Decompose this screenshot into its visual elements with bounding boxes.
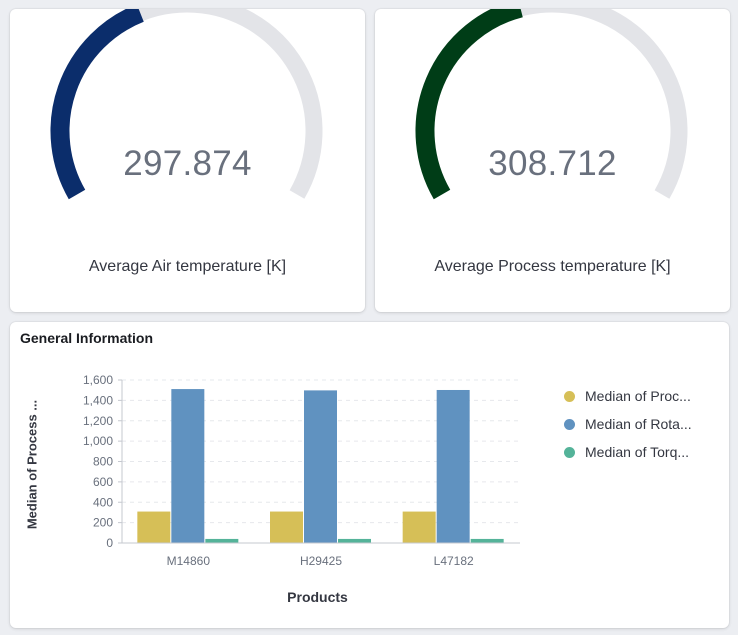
y-tick-label: 800 — [93, 455, 113, 469]
x-tick-label: M14860 — [167, 554, 211, 568]
y-tick-label: 0 — [106, 536, 113, 550]
legend-swatch — [564, 390, 575, 402]
legend-label: Median of Torq... — [585, 444, 690, 460]
bar — [171, 389, 205, 543]
bar — [205, 538, 239, 543]
legend-label: Median of Proc... — [585, 388, 691, 404]
legend-swatch — [564, 418, 575, 430]
y-tick-label: 1,400 — [83, 393, 113, 407]
bar — [270, 511, 303, 543]
legend-item[interactable]: Median of Torq... — [564, 438, 692, 466]
bar — [304, 390, 337, 543]
legend-swatch — [564, 446, 575, 458]
y-tick-label: 400 — [93, 495, 113, 509]
bar-chart: 0 200 400 600 800 1,000 1,200 1,400 1,600 M14860 H… — [83, 373, 520, 568]
y-tick-label: 1,600 — [83, 373, 113, 387]
bar — [402, 511, 436, 543]
legend-item[interactable]: Median of Proc... — [564, 382, 692, 410]
gauge-value: 308.712 — [488, 144, 617, 183]
gauge-label: Average Process temperature [K] — [434, 258, 671, 275]
x-tick-label: H29425 — [300, 554, 342, 568]
x-tick-label: L47182 — [434, 554, 474, 568]
y-tick-label: 1,000 — [83, 434, 113, 448]
legend-item[interactable]: Median of Rota... — [564, 410, 692, 438]
process-temperature-gauge-panel: 308.712 Average Process temperature [K] — [375, 9, 730, 312]
y-axis-title: Median of Process ... — [24, 399, 40, 530]
bar — [436, 389, 470, 543]
y-tick-label: 200 — [93, 516, 113, 530]
legend-label: Median of Rota... — [585, 416, 692, 432]
air-temperature-gauge-panel: 297.874 Average Air temperature [K] — [10, 9, 365, 312]
bar — [338, 538, 371, 543]
bar — [137, 511, 171, 543]
y-tick-label: 600 — [93, 475, 113, 489]
gauge-label: Average Air temperature [K] — [88, 258, 287, 275]
x-axis-title: Products — [287, 589, 348, 605]
chart-legend: Median of Proc... Median of Rota... Medi… — [564, 382, 692, 466]
y-tick-label: 1,200 — [83, 414, 113, 428]
gauge-value: 297.874 — [123, 144, 252, 183]
bar — [470, 538, 504, 543]
general-information-panel: General Information 0 200 400 600 800 1,000 1,… — [10, 322, 729, 628]
